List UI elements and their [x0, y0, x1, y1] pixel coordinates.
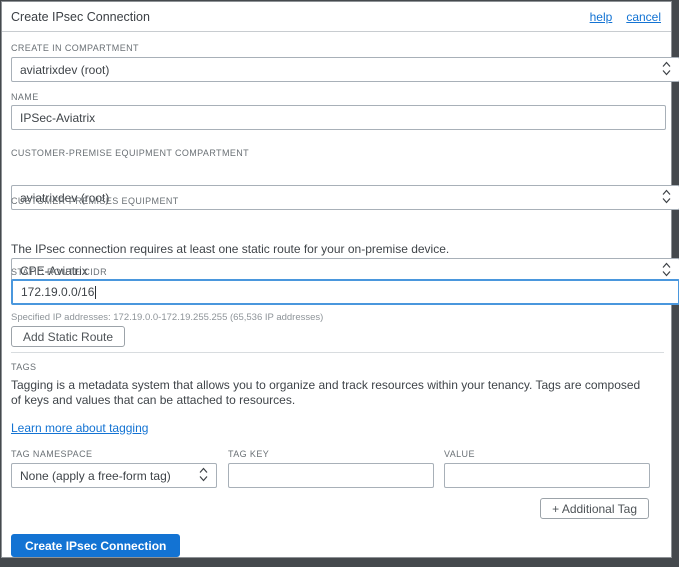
name-label: NAME [11, 92, 39, 102]
tag-namespace-select[interactable]: None (apply a free-form tag) [11, 463, 217, 488]
learn-more-tagging-link[interactable]: Learn more about tagging [11, 421, 148, 435]
select-chevrons-icon [662, 61, 671, 79]
static-route-cidr-label: STATIC ROUTE CIDR [11, 267, 107, 277]
cancel-link[interactable]: cancel [626, 10, 661, 24]
tag-namespace-label: TAG NAMESPACE [11, 449, 93, 459]
add-static-route-button[interactable]: Add Static Route [11, 326, 126, 347]
cpe-label: CUSTOMER-PREMISES EQUIPMENT [11, 196, 179, 206]
dialog-header: Create IPsec Connection help cancel [2, 2, 671, 32]
window-frame: Create IPsec Connection help cancel CREA… [0, 0, 679, 567]
tag-namespace-column: TAG NAMESPACE None (apply a free-form ta… [11, 449, 217, 488]
static-route-cidr-input[interactable]: 172.19.0.0/16 [11, 279, 679, 305]
tag-value-label: VALUE [444, 449, 475, 459]
create-in-compartment-label: CREATE IN COMPARTMENT [11, 43, 139, 53]
cidr-helper-text: Specified IP addresses: 172.19.0.0-172.1… [11, 312, 324, 323]
tag-value-column: VALUE [444, 449, 650, 488]
tags-description: Tagging is a metadata system that allows… [11, 378, 641, 407]
additional-tag-button[interactable]: + Additional Tag [540, 498, 649, 519]
tag-key-label: TAG KEY [228, 449, 270, 459]
tag-namespace-value: None (apply a free-form tag) [20, 468, 171, 483]
create-in-compartment-select[interactable]: aviatrixdev (root) [11, 57, 679, 82]
static-route-cidr-value: 172.19.0.0/16 [21, 285, 95, 299]
section-divider [11, 352, 664, 353]
create-ipsec-connection-dialog: Create IPsec Connection help cancel CREA… [1, 1, 679, 558]
select-chevrons-icon [199, 467, 208, 485]
header-links: help cancel [590, 10, 661, 24]
create-ipsec-connection-button[interactable]: Create IPsec Connection [11, 534, 181, 557]
tag-key-input[interactable] [228, 463, 434, 488]
help-link[interactable]: help [590, 10, 613, 24]
cpe-compartment-label: CUSTOMER-PREMISE EQUIPMENT COMPARTMENT [11, 148, 250, 158]
text-cursor [95, 285, 97, 299]
tag-value-input[interactable] [444, 463, 650, 488]
page-title: Create IPsec Connection [11, 9, 150, 24]
tag-key-column: TAG KEY [228, 449, 434, 488]
static-route-note: The IPsec connection requires at least o… [11, 242, 450, 256]
name-input[interactable] [11, 105, 666, 130]
tags-section-label: TAGS [11, 362, 37, 372]
create-in-compartment-value: aviatrixdev (root) [20, 62, 110, 77]
